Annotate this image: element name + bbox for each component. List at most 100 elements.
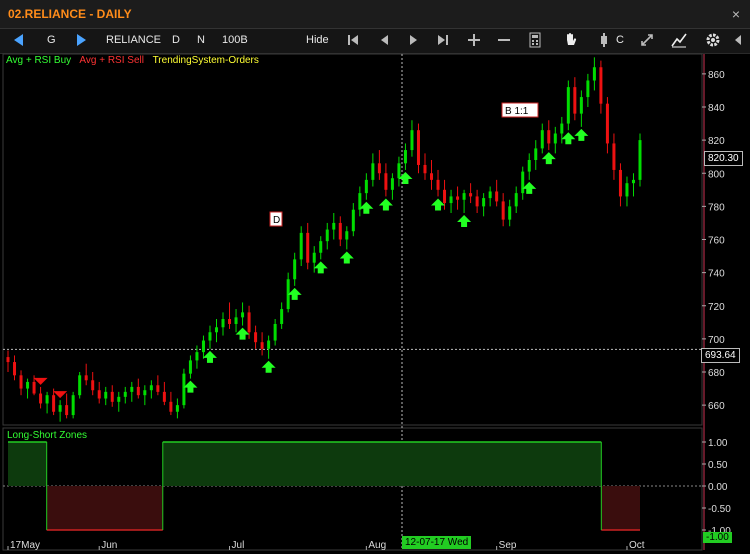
candle-body	[592, 67, 596, 81]
buy-arrow-marker	[431, 198, 446, 211]
candle-body	[208, 332, 212, 341]
candle-body	[247, 312, 251, 333]
crosshair-price-tag: 693.64	[701, 348, 740, 363]
first-bar-icon[interactable]	[344, 31, 362, 49]
candle-body	[228, 319, 232, 324]
candle-body	[195, 352, 199, 361]
candle-body	[221, 319, 225, 328]
candle-body	[560, 123, 564, 134]
candle-body	[45, 395, 49, 404]
indicator-icon[interactable]	[670, 31, 688, 49]
close-button[interactable]: ×	[732, 6, 740, 22]
candle-body	[162, 391, 166, 402]
price-tick-label: 780	[708, 202, 725, 213]
candle-body	[423, 164, 427, 174]
candle-body	[586, 80, 590, 98]
candle-body	[71, 395, 75, 416]
candle-body	[97, 390, 101, 399]
calculator-icon[interactable]	[526, 31, 544, 49]
period-selector[interactable]: D	[172, 34, 180, 46]
zoom-out-icon[interactable]	[495, 31, 513, 49]
last-price-tag: 820.30	[704, 151, 743, 166]
buy-arrow-marker	[561, 132, 576, 145]
bars-count-selector[interactable]: 100B	[222, 34, 248, 46]
settings-gear-icon[interactable]	[704, 31, 722, 49]
n-button[interactable]: N	[197, 34, 205, 46]
candle-body	[319, 241, 323, 253]
candle-body	[566, 87, 570, 124]
buy-arrow-marker	[522, 181, 537, 194]
short-zone	[601, 486, 640, 530]
main-pane-frame	[2, 53, 703, 426]
candle-body	[65, 405, 69, 416]
candle-body	[384, 173, 388, 190]
last-bar-icon[interactable]	[434, 31, 452, 49]
candle-body	[514, 193, 518, 207]
buy-arrow-marker	[183, 380, 198, 393]
candle-body	[436, 179, 440, 190]
prev-arrow-icon[interactable]	[10, 31, 28, 49]
candle-body	[214, 327, 218, 333]
candle-body	[104, 391, 108, 399]
hide-button[interactable]: Hide	[306, 34, 329, 46]
buy-arrow-marker	[378, 198, 393, 211]
candle-body	[501, 201, 505, 220]
candle-icon[interactable]	[595, 31, 613, 49]
candle-body	[91, 380, 95, 391]
symbol-selector[interactable]: RELIANCE	[106, 34, 161, 46]
window-title: 02.RELIANCE - DAILY	[8, 7, 132, 21]
candle-body	[117, 396, 121, 402]
price-tick-label: 740	[708, 269, 725, 280]
candle-body	[612, 143, 616, 170]
candle-body	[345, 231, 349, 240]
long-zone	[162, 442, 602, 486]
buy-arrow-marker	[202, 350, 217, 363]
candle-body	[599, 67, 603, 104]
chart-toolbar: G RELIANCE D N 100B Hide C	[0, 29, 750, 54]
time-tick-label: Jul	[232, 540, 245, 551]
oscillator-tick-label: 1.00	[708, 438, 728, 449]
candle-body	[618, 169, 622, 197]
candle-body	[416, 130, 420, 165]
grid-toggle-button[interactable]: G	[47, 34, 56, 46]
resize-icon[interactable]	[638, 31, 656, 49]
candle-body	[78, 375, 82, 396]
candle-body	[280, 309, 284, 324]
next-arrow-icon[interactable]	[72, 31, 90, 49]
back-icon[interactable]	[376, 31, 394, 49]
time-tick-label: Jun	[101, 540, 117, 551]
candle-body	[182, 373, 186, 406]
candle-body	[547, 130, 551, 144]
candle-body	[58, 405, 62, 412]
price-tick-label: 840	[708, 103, 725, 114]
candle-body	[123, 391, 127, 397]
candle-body	[469, 193, 473, 197]
buy-arrow-marker	[398, 171, 413, 184]
candle-body	[364, 179, 368, 194]
candle-body	[338, 222, 342, 240]
candle-body	[149, 385, 153, 391]
forward-icon[interactable]	[404, 31, 422, 49]
candle-body	[449, 196, 453, 204]
candle-body	[267, 340, 271, 349]
zoom-in-icon[interactable]	[465, 31, 483, 49]
candle-body	[488, 191, 492, 199]
oscillator-tick-label: -0.50	[708, 504, 731, 515]
hand-icon[interactable]	[561, 31, 579, 49]
annotation-d-label: D	[273, 215, 280, 226]
time-tick-label: Sep	[499, 540, 517, 551]
oscillator-tick-label: 0.50	[708, 460, 728, 471]
price-chart[interactable]: 860 840 820 800 780 760 740 720 700 680 660 B 1:1 D 1…	[0, 52, 750, 554]
candle-body	[371, 163, 375, 180]
crosshair-date-tag: 12-07-17 Wed	[402, 536, 472, 549]
c-button[interactable]: C	[616, 34, 624, 46]
candle-body	[254, 332, 258, 343]
candle-body	[299, 232, 303, 260]
price-tick-label: 820	[708, 136, 725, 147]
price-tick-label: 720	[708, 302, 725, 313]
price-tick-label: 800	[708, 169, 725, 180]
candle-body	[156, 385, 160, 392]
collapse-icon[interactable]	[730, 31, 748, 49]
buy-arrow-marker	[457, 215, 472, 227]
candle-body	[312, 252, 316, 263]
